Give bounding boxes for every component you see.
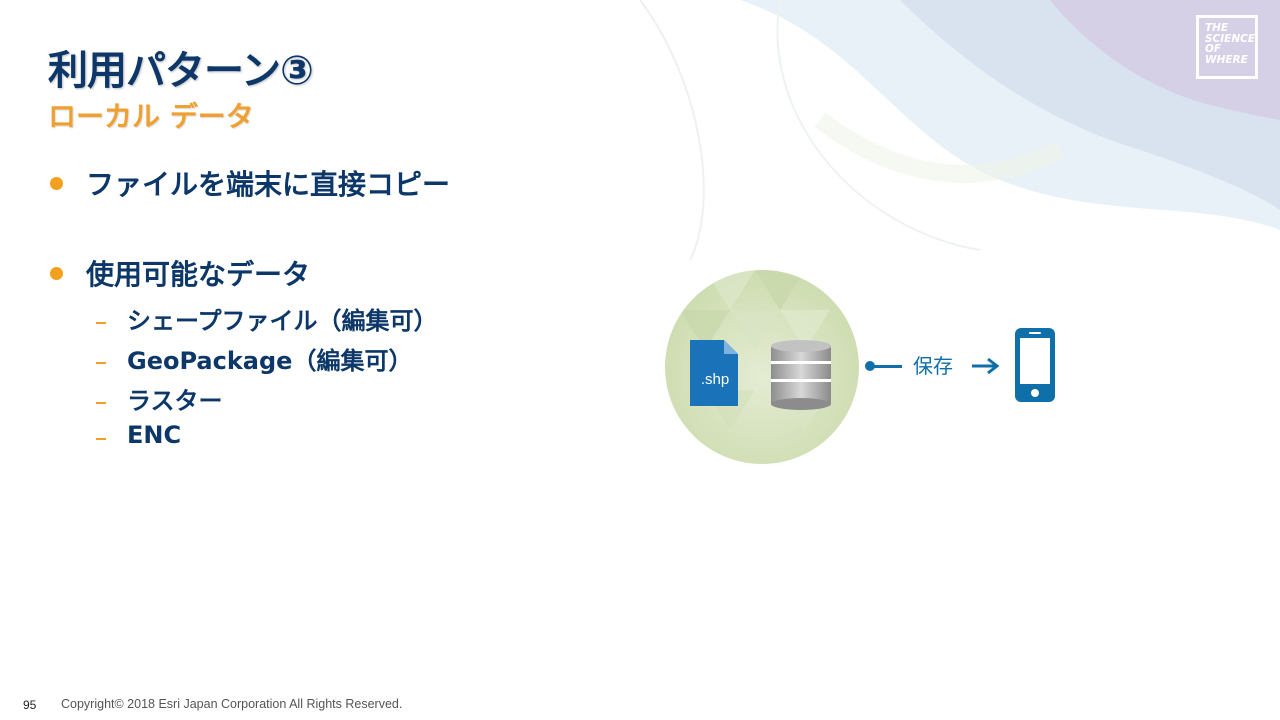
sub-list-item: シェープファイル（編集可） xyxy=(96,301,438,336)
science-of-where-logo: THE SCIENCE OF WHERE xyxy=(1196,15,1258,79)
slide: THE SCIENCE OF WHERE 利用パターン③ ローカル データ ファ… xyxy=(0,0,1280,720)
connector-line xyxy=(874,365,902,368)
sub-list-item: GeoPackage（編集可） xyxy=(96,341,412,376)
bullet-text: ファイルを端末に直接コピー xyxy=(86,168,451,201)
arrow-right-icon xyxy=(972,357,1000,375)
logo-line-3: OF xyxy=(1205,43,1222,55)
sub-list-item: ENC xyxy=(96,421,181,449)
bullet-item: ファイルを端末に直接コピー xyxy=(50,163,450,203)
dash-icon xyxy=(96,361,106,364)
bullet-text: 使用可能なデータ xyxy=(86,258,311,291)
sub-list-text: GeoPackage（編集可） xyxy=(127,347,413,375)
copyright-text: Copyright© 2018 Esri Japan Corporation A… xyxy=(61,697,403,711)
dash-icon xyxy=(96,438,106,440)
slide-subtitle: ローカル データ xyxy=(48,100,254,133)
dash-icon xyxy=(96,401,106,404)
sub-list-text: ラスター xyxy=(127,387,223,415)
shapefile-label: .shp xyxy=(700,371,730,388)
dash-icon xyxy=(96,321,106,324)
page-number: 95 xyxy=(23,698,37,712)
logo-line-4: WHERE xyxy=(1205,53,1248,66)
database-icon xyxy=(771,340,831,410)
slide-title: 利用パターン③ xyxy=(48,48,314,94)
sub-list-item: ラスター xyxy=(96,381,223,416)
smartphone-icon xyxy=(1015,328,1055,402)
bullet-item: 使用可能なデータ xyxy=(50,253,310,293)
bullet-dot-icon xyxy=(50,176,63,190)
bullet-dot-icon xyxy=(50,266,63,280)
sub-list-text: シェープファイル（編集可） xyxy=(127,307,438,335)
save-label: 保存 xyxy=(913,354,953,378)
logo-line-1: THE xyxy=(1205,22,1229,34)
sub-list-text: ENC xyxy=(127,421,182,449)
